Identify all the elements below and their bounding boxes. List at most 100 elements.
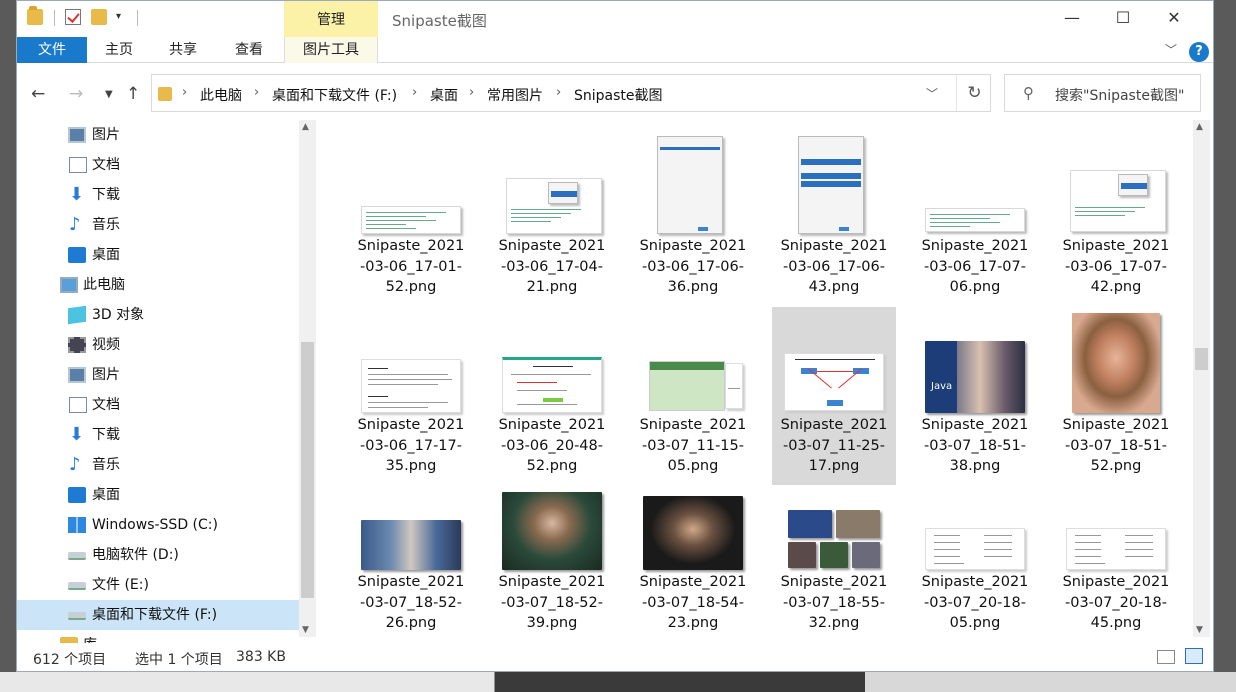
file-item[interactable]: Snipaste_2021 -03-06_17-17- 35.png xyxy=(349,307,473,485)
java-logo: Java xyxy=(931,381,953,392)
drive-icon xyxy=(68,612,86,620)
back-arrow-icon[interactable]: ← xyxy=(31,84,45,104)
file-thumbnail xyxy=(500,307,604,417)
file-thumbnail xyxy=(782,307,886,417)
file-item[interactable]: Snipaste_2021 -03-07_20-18- 45.png xyxy=(1054,464,1178,637)
nav-item-label: 视频 xyxy=(92,337,120,353)
file-item[interactable]: Snipaste_2021 -03-07_18-54- 23.png xyxy=(631,464,755,637)
file-thumbnail xyxy=(641,128,745,238)
tab-home[interactable]: 主页 xyxy=(89,37,149,63)
navigation-pane: 图片 文档 ⬇ 下载 ♪ 音乐 桌面 此电脑 3D 对象 视频 图片 文档 ⬇ 下载 … xyxy=(17,120,317,653)
chevron-right-icon[interactable]: › xyxy=(469,85,474,100)
this-pc-icon xyxy=(60,277,78,293)
tab-file[interactable]: 文件 xyxy=(17,37,87,63)
nav-item-label: 文件 (E:) xyxy=(92,577,149,593)
nav-item-music[interactable]: ♪ 音乐 xyxy=(17,210,299,240)
minimize-button[interactable]: — xyxy=(1049,5,1095,31)
nav-item-documents[interactable]: 文档 xyxy=(17,150,299,180)
ribbon-tabs: 文件 主页 共享 查看 图片工具 ﹀ ? xyxy=(17,37,1213,63)
toolbar-divider xyxy=(54,10,55,26)
file-item[interactable]: Snipaste_2021 -03-07_20-18- 05.png xyxy=(913,464,1037,637)
file-name: Snipaste_2021 -03-06_17-07- 06.png xyxy=(921,238,1029,295)
nav-item-videos[interactable]: 视频 xyxy=(17,330,299,360)
nav-item-this-pc[interactable]: 此电脑 xyxy=(17,270,299,300)
file-name: Snipaste_2021 -03-06_17-04- 21.png xyxy=(498,238,606,295)
file-item[interactable]: Snipaste_2021 -03-06_17-01- 52.png xyxy=(349,128,473,306)
up-arrow-icon[interactable]: ↑ xyxy=(126,84,140,104)
content-scrollbar-thumb[interactable] xyxy=(1195,348,1208,370)
content-scrollbar[interactable]: ▲ ▼ xyxy=(1193,120,1210,637)
details-view-icon[interactable] xyxy=(1157,650,1175,664)
quick-access-dropdown-icon[interactable]: ▾ xyxy=(116,11,126,27)
nav-item-drive-f[interactable]: 桌面和下载文件 (F:) xyxy=(17,600,299,630)
nav-item-desktop[interactable]: 桌面 xyxy=(17,480,299,510)
nav-item-label: 图片 xyxy=(92,367,120,383)
desktop-icon xyxy=(68,487,86,503)
nav-item-drive-d[interactable]: 电脑软件 (D:) xyxy=(17,540,299,570)
file-item[interactable]: Snipaste_2021 -03-06_17-06- 36.png xyxy=(631,128,755,306)
chevron-right-icon[interactable]: › xyxy=(182,85,187,100)
file-item[interactable]: Snipaste_2021 -03-07_11-15- 05.png xyxy=(631,307,755,485)
refresh-icon[interactable]: ↻ xyxy=(956,75,992,111)
manage-contextual-tab[interactable]: 管理 xyxy=(284,1,378,37)
file-name: Snipaste_2021 -03-06_17-07- 42.png xyxy=(1062,238,1170,295)
new-folder-icon[interactable] xyxy=(91,9,107,25)
nav-item-pictures[interactable]: 图片 xyxy=(17,360,299,390)
file-item[interactable]: Snipaste_2021 -03-06_17-04- 21.png xyxy=(490,128,614,306)
nav-item-downloads[interactable]: ⬇ 下载 xyxy=(17,180,299,210)
tab-picture-tools[interactable]: 图片工具 xyxy=(284,37,378,63)
drive-icon xyxy=(68,582,86,590)
nav-item-downloads[interactable]: ⬇ 下载 xyxy=(17,420,299,450)
file-item[interactable]: Snipaste_2021 -03-06_17-07- 06.png xyxy=(913,128,1037,306)
properties-icon[interactable] xyxy=(65,9,81,25)
breadcrumb-snipaste[interactable]: Snipaste截图 xyxy=(574,85,663,105)
file-item[interactable]: Snipaste_2021 -03-06_17-06- 43.png xyxy=(772,128,896,306)
breadcrumb-this-pc[interactable]: 此电脑 xyxy=(200,85,242,105)
nav-item-drive-c[interactable]: Windows-SSD (C:) xyxy=(17,510,299,540)
file-thumbnail xyxy=(500,464,604,574)
address-history-dropdown-icon[interactable]: ﹀ xyxy=(926,85,938,102)
chevron-right-icon[interactable]: › xyxy=(556,85,561,100)
file-item[interactable]: Snipaste_2021 -03-07_18-55- 32.png xyxy=(772,464,896,637)
file-item[interactable]: Java Snipaste_2021 -03-07_18-51- 38.png xyxy=(913,307,1037,485)
breadcrumb-drive-f[interactable]: 桌面和下载文件 (F:) xyxy=(272,85,397,105)
nav-item-label: 下载 xyxy=(92,427,120,443)
maximize-button[interactable]: ☐ xyxy=(1100,5,1146,31)
tab-share[interactable]: 共享 xyxy=(155,37,211,63)
tab-view[interactable]: 查看 xyxy=(221,37,277,63)
scroll-down-arrow-icon[interactable]: ▼ xyxy=(302,625,309,635)
file-name: Snipaste_2021 -03-07_18-54- 23.png xyxy=(639,574,747,631)
recent-locations-chevron-icon[interactable]: ▼ xyxy=(105,89,113,100)
nav-item-documents[interactable]: 文档 xyxy=(17,390,299,420)
file-item[interactable]: Snipaste_2021 -03-07_18-52- 26.png xyxy=(349,464,473,637)
nav-scrollbar[interactable]: ▲ ▼ xyxy=(299,120,316,637)
nav-item-music[interactable]: ♪ 音乐 xyxy=(17,450,299,480)
scroll-up-arrow-icon[interactable]: ▲ xyxy=(1196,122,1203,132)
scroll-up-arrow-icon[interactable]: ▲ xyxy=(302,122,309,132)
scroll-down-arrow-icon[interactable]: ▼ xyxy=(1196,625,1203,635)
search-input[interactable]: ⚲ 搜索"Snipaste截图" xyxy=(1004,74,1201,112)
forward-arrow-icon[interactable]: → xyxy=(69,84,83,104)
file-item[interactable]: Snipaste_2021 -03-06_17-07- 42.png xyxy=(1054,128,1178,306)
file-item[interactable]: Snipaste_2021 -03-06_20-48- 52.png xyxy=(490,307,614,485)
address-bar[interactable]: › 此电脑 › 桌面和下载文件 (F:) › 桌面 › 常用图片 › Snipa… xyxy=(151,74,991,112)
chevron-right-icon[interactable]: › xyxy=(254,85,259,100)
expand-ribbon-icon[interactable]: ﹀ xyxy=(1165,41,1177,58)
help-icon[interactable]: ? xyxy=(1189,42,1209,62)
nav-item-desktop[interactable]: 桌面 xyxy=(17,240,299,270)
nav-item-pictures[interactable]: 图片 xyxy=(17,120,299,150)
pictures-icon xyxy=(68,367,86,383)
nav-item-3d-objects[interactable]: 3D 对象 xyxy=(17,300,299,330)
pictures-icon xyxy=(68,127,86,143)
breadcrumb-desktop[interactable]: 桌面 xyxy=(430,85,458,105)
file-item[interactable]: Snipaste_2021 -03-07_18-52- 39.png xyxy=(490,464,614,637)
close-button[interactable]: ✕ xyxy=(1151,5,1197,31)
large-icons-view-icon[interactable] xyxy=(1185,648,1203,664)
file-item-selected[interactable]: Snipaste_2021 -03-07_11-25- 17.png xyxy=(772,307,896,485)
breadcrumb-common-pictures[interactable]: 常用图片 xyxy=(487,85,543,105)
nav-item-drive-e[interactable]: 文件 (E:) xyxy=(17,570,299,600)
file-item[interactable]: Snipaste_2021 -03-07_18-51- 52.png xyxy=(1054,307,1178,485)
nav-scrollbar-thumb[interactable] xyxy=(301,342,314,598)
file-name: Snipaste_2021 -03-07_18-55- 32.png xyxy=(780,574,888,631)
chevron-right-icon[interactable]: › xyxy=(412,85,417,100)
